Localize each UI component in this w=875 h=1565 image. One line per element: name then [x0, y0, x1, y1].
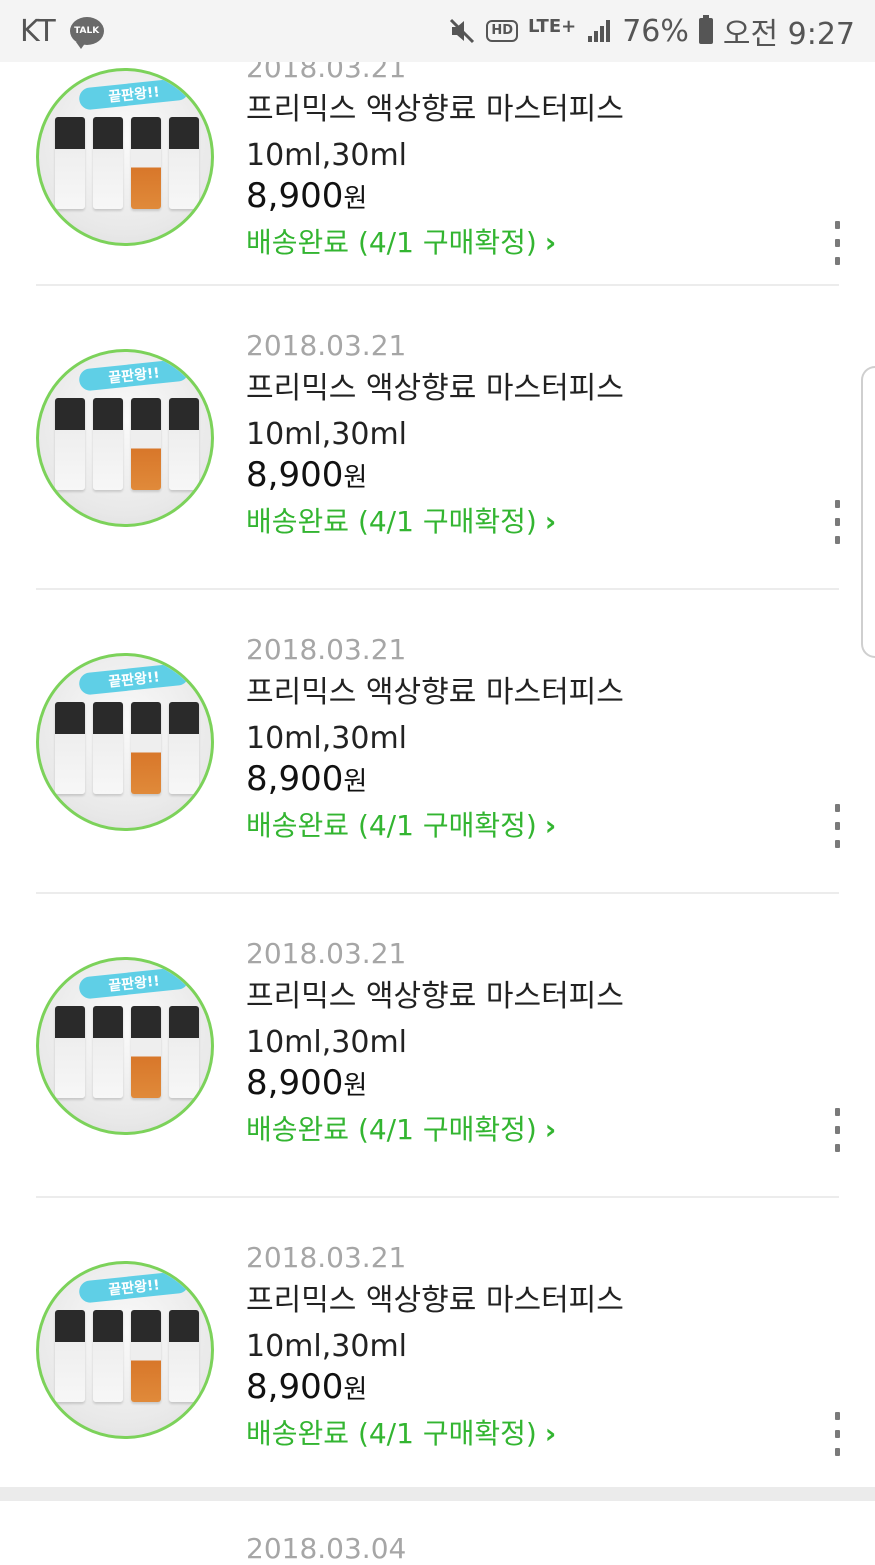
product-thumbnail[interactable]: 끝판왕!! [36, 957, 214, 1135]
order-item[interactable]: 2018.03.21 끝판왕!! 프리믹스 액상향료 마스터피스 10ml,30… [0, 286, 875, 590]
product-thumbnail[interactable]: 끝판왕!! [36, 68, 214, 246]
thumbnail-banner: 끝판왕!! [78, 1270, 190, 1304]
chevron-right-icon: › [544, 809, 557, 842]
product-name[interactable]: 프리믹스 액상향료 마스터피스 [246, 676, 624, 710]
delivery-status-text: 배송완료 (4/1 구매확정) [246, 505, 537, 538]
bottle-image [131, 1006, 161, 1098]
order-item[interactable]: 2018.03.21 끝판왕!! 프리믹스 액상향료 마스터피스 10ml,30… [0, 894, 875, 1198]
price-currency: 원 [343, 767, 368, 797]
more-options-icon[interactable] [827, 1412, 847, 1456]
bottle-image [169, 1006, 199, 1098]
delivery-status-link[interactable]: 배송완료 (4/1 구매확정) › [246, 227, 556, 259]
product-name[interactable]: 프리믹스 액상향료 마스터피스 [246, 372, 624, 406]
carrier-label: KT [20, 13, 56, 49]
chevron-right-icon: › [544, 505, 557, 538]
order-item[interactable]: 2018.03.21 끝판왕!! 프리믹스 액상향료 마스터피스 10ml,30… [0, 1198, 875, 1502]
thumbnail-banner: 끝판왕!! [78, 662, 190, 696]
price-value: 8,900 [246, 455, 344, 495]
order-date: 2018.03.04 [246, 1532, 407, 1565]
price-value: 8,900 [246, 759, 344, 799]
product-name[interactable]: 프리믹스 액상향료 마스터피스 [246, 980, 624, 1014]
bottle-image [93, 1310, 123, 1402]
order-date: 2018.03.21 [246, 937, 407, 970]
mute-icon [448, 17, 476, 45]
more-options-icon[interactable] [827, 500, 847, 544]
hd-voice-icon: HD [486, 20, 519, 42]
bottle-image [55, 398, 85, 490]
thumbnail-banner: 끝판왕!! [78, 358, 190, 392]
bottle-image [169, 1310, 199, 1402]
chevron-right-icon: › [544, 226, 557, 259]
product-thumbnail[interactable]: 끝판왕!! [36, 349, 214, 527]
product-price: 8,900원 [246, 177, 367, 218]
section-separator [0, 1487, 875, 1501]
price-currency: 원 [343, 1375, 368, 1405]
product-price: 8,900원 [246, 1064, 367, 1105]
bottle-image [169, 702, 199, 794]
delivery-status-link[interactable]: 배송완료 (4/1 구매확정) › [246, 1418, 556, 1450]
thumbnail-banner: 끝판왕!! [78, 77, 190, 111]
delivery-status-link[interactable]: 배송완료 (4/1 구매확정) › [246, 810, 556, 842]
price-currency: 원 [343, 1071, 368, 1101]
more-options-icon[interactable] [827, 804, 847, 848]
order-list: 2018.03.21 끝판왕!! 프리믹스 액상향료 마스터피스 10ml,30… [0, 0, 875, 1564]
bottle-image [93, 1006, 123, 1098]
thumbnail-banner: 끝판왕!! [78, 966, 190, 1000]
product-name[interactable]: 프리믹스 액상향료 마스터피스 [246, 93, 624, 127]
talk-badge-text: TALK [74, 26, 100, 36]
price-value: 8,900 [246, 1367, 344, 1407]
product-price: 8,900원 [246, 760, 367, 801]
order-item[interactable]: 2018.03.21 끝판왕!! 프리믹스 액상향료 마스터피스 10ml,30… [0, 590, 875, 894]
status-bar: KT TALK HD LTE+ 76% 오전 9:27 [0, 0, 875, 62]
bottle-image [169, 398, 199, 490]
price-value: 8,900 [246, 1063, 344, 1103]
product-option: 10ml,30ml [246, 1025, 408, 1060]
battery-percent: 76% [622, 13, 689, 49]
chevron-right-icon: › [544, 1113, 557, 1146]
product-thumbnail[interactable]: 끝판왕!! [36, 1261, 214, 1439]
bottle-image [131, 1310, 161, 1402]
price-currency: 원 [343, 184, 368, 214]
order-date: 2018.03.21 [246, 1241, 407, 1274]
more-options-icon[interactable] [827, 221, 847, 265]
delivery-status-link[interactable]: 배송완료 (4/1 구매확정) › [246, 506, 556, 538]
product-option: 10ml,30ml [246, 417, 408, 452]
battery-icon [698, 15, 713, 44]
product-option: 10ml,30ml [246, 1329, 408, 1364]
product-price: 8,900원 [246, 1368, 367, 1409]
price-currency: 원 [343, 463, 368, 493]
product-option: 10ml,30ml [246, 721, 408, 756]
kakaotalk-icon: TALK [69, 17, 104, 49]
chevron-right-icon: › [544, 1417, 557, 1450]
scroll-handle[interactable] [861, 366, 875, 658]
price-value: 8,900 [246, 176, 344, 216]
product-name[interactable]: 프리믹스 액상향료 마스터피스 [246, 1284, 624, 1318]
bottle-image [131, 398, 161, 490]
more-options-icon[interactable] [827, 1108, 847, 1152]
bottle-image [93, 398, 123, 490]
bottle-image [93, 702, 123, 794]
bottle-image [169, 117, 199, 209]
bottle-image [55, 1006, 85, 1098]
delivery-status-text: 배송완료 (4/1 구매확정) [246, 1417, 537, 1450]
delivery-status-link[interactable]: 배송완료 (4/1 구매확정) › [246, 1114, 556, 1146]
lte-icon: LTE+ [528, 16, 577, 37]
order-date: 2018.03.21 [246, 329, 407, 362]
clock: 오전 9:27 [722, 17, 855, 52]
bottle-image [93, 117, 123, 209]
bottle-image [55, 117, 85, 209]
delivery-status-text: 배송완료 (4/1 구매확정) [246, 809, 537, 842]
delivery-status-text: 배송완료 (4/1 구매확정) [246, 1113, 537, 1146]
product-price: 8,900원 [246, 456, 367, 497]
bottle-image [131, 702, 161, 794]
product-option: 10ml,30ml [246, 138, 408, 173]
order-date: 2018.03.21 [246, 633, 407, 666]
product-thumbnail[interactable]: 끝판왕!! [36, 653, 214, 831]
signal-icon [586, 18, 612, 44]
bottle-image [131, 117, 161, 209]
delivery-status-text: 배송완료 (4/1 구매확정) [246, 226, 537, 259]
bottle-image [55, 702, 85, 794]
bottle-image [55, 1310, 85, 1402]
